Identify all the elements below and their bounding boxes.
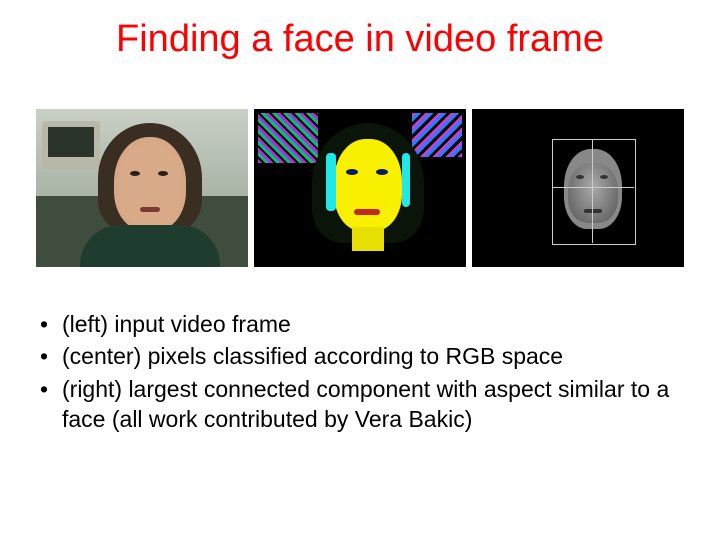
bullet-item: (center) pixels classified according to …: [36, 341, 684, 371]
image-right: [472, 109, 684, 267]
bullet-list: (left) input video frame (center) pixels…: [0, 309, 720, 434]
slide: Finding a face in video frame (left) inp…: [0, 0, 720, 540]
image-center: [254, 109, 466, 267]
slide-title: Finding a face in video frame: [0, 0, 720, 71]
image-left: [36, 109, 248, 267]
images-row: [0, 109, 720, 267]
bullet-item: (right) largest connected component with…: [36, 374, 684, 435]
bullet-item: (left) input video frame: [36, 309, 684, 339]
